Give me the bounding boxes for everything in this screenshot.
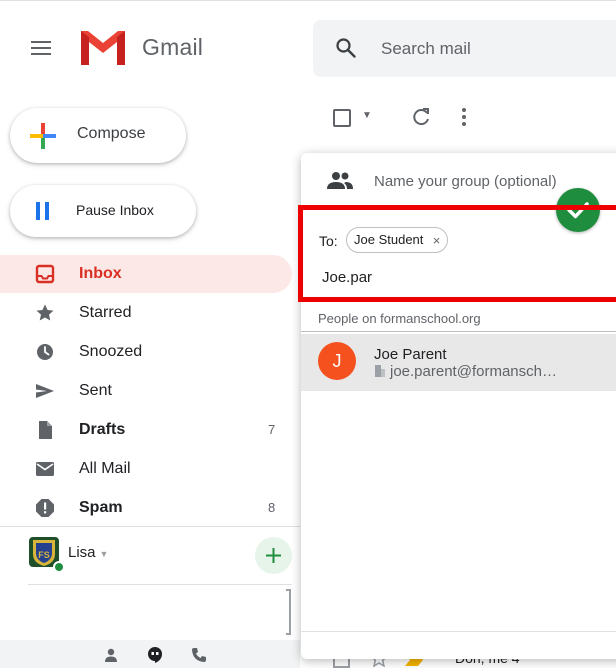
top-border: [0, 0, 616, 1]
sidebar-item-sent[interactable]: Sent: [0, 372, 292, 410]
building-icon: [375, 365, 385, 377]
online-status-dot: [53, 561, 65, 573]
sidebar-item-label: Drafts: [79, 421, 126, 438]
hangouts-chat-icon[interactable]: [146, 646, 164, 664]
app-name: Gmail: [142, 34, 204, 60]
pause-inbox-button[interactable]: Pause Inbox: [10, 185, 196, 237]
to-label: To:: [319, 233, 338, 249]
contacts-person-icon[interactable]: [102, 646, 120, 664]
gmail-logo-icon: [81, 31, 125, 65]
inbox-icon: [35, 264, 55, 284]
sidebar-item-snoozed[interactable]: Snoozed: [0, 333, 292, 371]
contact-name: Joe Parent: [374, 346, 447, 363]
hangouts-list-divider: [28, 584, 292, 585]
compose-label: Compose: [77, 125, 146, 142]
compose-button[interactable]: Compose: [10, 108, 186, 163]
contact-suggestion[interactable]: J Joe Parent joe.parent@formansch…: [301, 334, 616, 391]
sidebar-item-label: All Mail: [79, 460, 131, 477]
refresh-icon[interactable]: [410, 106, 432, 128]
send-icon: [36, 384, 54, 398]
avatar-logo-text: FS: [38, 550, 50, 560]
sidebar-item-starred[interactable]: Starred: [0, 294, 292, 332]
hangouts-scrollbar[interactable]: [286, 589, 291, 635]
sidebar-item-all-mail[interactable]: All Mail: [0, 450, 292, 488]
recipient-chip-label: Joe Student: [354, 232, 424, 247]
select-all-checkbox[interactable]: [333, 109, 351, 127]
contact-avatar: J: [318, 342, 356, 380]
recipient-chip[interactable]: Joe Student ×: [346, 227, 449, 253]
suggestions-section-label: People on formanschool.org: [318, 311, 481, 326]
hangouts-user-name: Lisa: [68, 544, 96, 561]
main-menu-icon[interactable]: [28, 37, 54, 59]
group-dialog-footer-divider: [301, 631, 616, 632]
sidebar-item-label: Snoozed: [79, 343, 143, 360]
sidebar-item-inbox[interactable]: Inbox: [0, 255, 292, 293]
sidebar-item-drafts[interactable]: Drafts 7: [0, 411, 292, 449]
spam-warning-icon: [36, 499, 54, 517]
recipient-input[interactable]: [322, 266, 572, 288]
sidebar-item-count: 7: [268, 422, 276, 437]
search-input[interactable]: Search mail: [381, 39, 471, 59]
search-bar[interactable]: Search mail: [313, 20, 616, 77]
search-icon[interactable]: [335, 37, 357, 59]
draft-document-icon: [39, 421, 52, 439]
group-people-icon: [327, 172, 353, 189]
compose-plus-icon: [30, 123, 56, 149]
suggestions-divider: [301, 331, 616, 332]
group-name-input[interactable]: Name your group (optional): [374, 173, 557, 190]
phone-icon[interactable]: [190, 646, 208, 664]
mail-icon: [36, 462, 54, 476]
new-conversation-button[interactable]: [255, 537, 292, 574]
sidebar-item-spam[interactable]: Spam 8: [0, 489, 292, 527]
close-icon[interactable]: ×: [433, 229, 441, 253]
more-options-icon[interactable]: [455, 104, 473, 130]
select-dropdown-icon[interactable]: ▼: [362, 110, 372, 121]
hangouts-user-menu[interactable]: Lisa ▼: [68, 544, 108, 561]
hangouts-divider: [0, 526, 300, 527]
sidebar-item-label: Sent: [79, 382, 112, 399]
pause-inbox-label: Pause Inbox: [76, 202, 154, 218]
sidebar-item-label: Spam: [79, 499, 123, 516]
sidebar-item-count: 8: [268, 500, 276, 515]
clock-icon: [37, 344, 53, 360]
pause-icon: [36, 202, 52, 220]
plus-icon: [266, 548, 281, 563]
sidebar-item-label: Inbox: [79, 265, 122, 282]
sidebar-item-label: Starred: [79, 304, 132, 321]
contact-email: joe.parent@formansch…: [390, 363, 557, 380]
star-icon: [36, 304, 54, 321]
chevron-down-icon: ▼: [99, 549, 109, 559]
